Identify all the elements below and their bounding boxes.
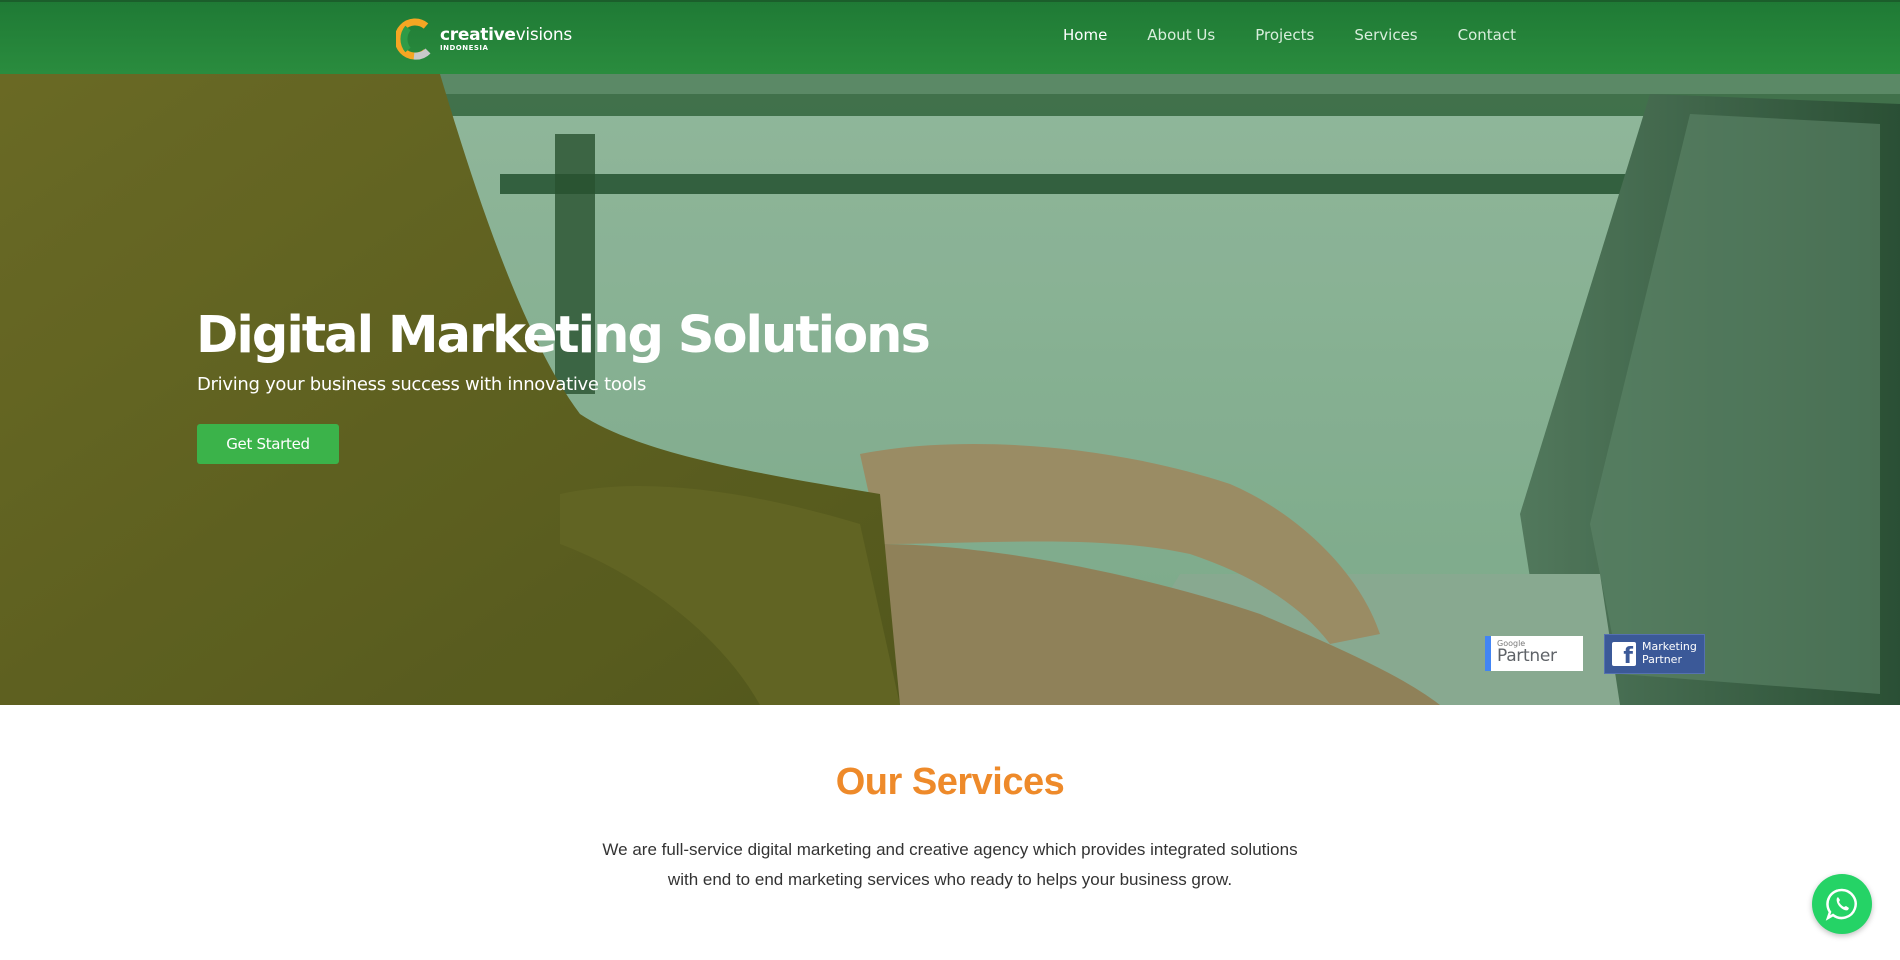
top-navbar: creativevisions INDONESIA Home About Us … bbox=[0, 0, 1900, 74]
nav-projects[interactable]: Projects bbox=[1255, 26, 1314, 44]
nav-services[interactable]: Services bbox=[1354, 26, 1417, 44]
get-started-button[interactable]: Get Started bbox=[197, 424, 339, 464]
hero-section: Digital Marketing Solutions Driving your… bbox=[0, 74, 1900, 705]
logo-wordmark: creativevisions bbox=[440, 24, 572, 45]
logo-c-icon bbox=[396, 18, 431, 60]
nav-about-us[interactable]: About Us bbox=[1147, 26, 1215, 44]
brand-logo[interactable]: creativevisions INDONESIA bbox=[396, 18, 572, 60]
google-partner-badge: Google Partner bbox=[1485, 636, 1583, 671]
main-nav: Home About Us Projects Services Contact bbox=[1063, 26, 1556, 44]
hero-subtitle: Driving your business success with innov… bbox=[197, 374, 647, 395]
whatsapp-chat-button[interactable] bbox=[1812, 874, 1872, 934]
facebook-icon: f bbox=[1612, 642, 1636, 668]
whatsapp-icon bbox=[1825, 888, 1857, 921]
fb-badge-line2: Partner bbox=[1642, 653, 1682, 666]
facebook-marketing-partner-badge: f Marketing Partner bbox=[1604, 634, 1705, 674]
services-title: Our Services bbox=[835, 761, 1065, 803]
nav-home[interactable]: Home bbox=[1063, 26, 1107, 44]
logo-subtitle: INDONESIA bbox=[440, 43, 489, 52]
hero-title: Digital Marketing Solutions bbox=[196, 306, 931, 365]
nav-contact[interactable]: Contact bbox=[1458, 26, 1516, 44]
services-description: We are full-service digital marketing an… bbox=[602, 840, 1298, 889]
google-partner-big-text: Partner bbox=[1497, 646, 1557, 666]
